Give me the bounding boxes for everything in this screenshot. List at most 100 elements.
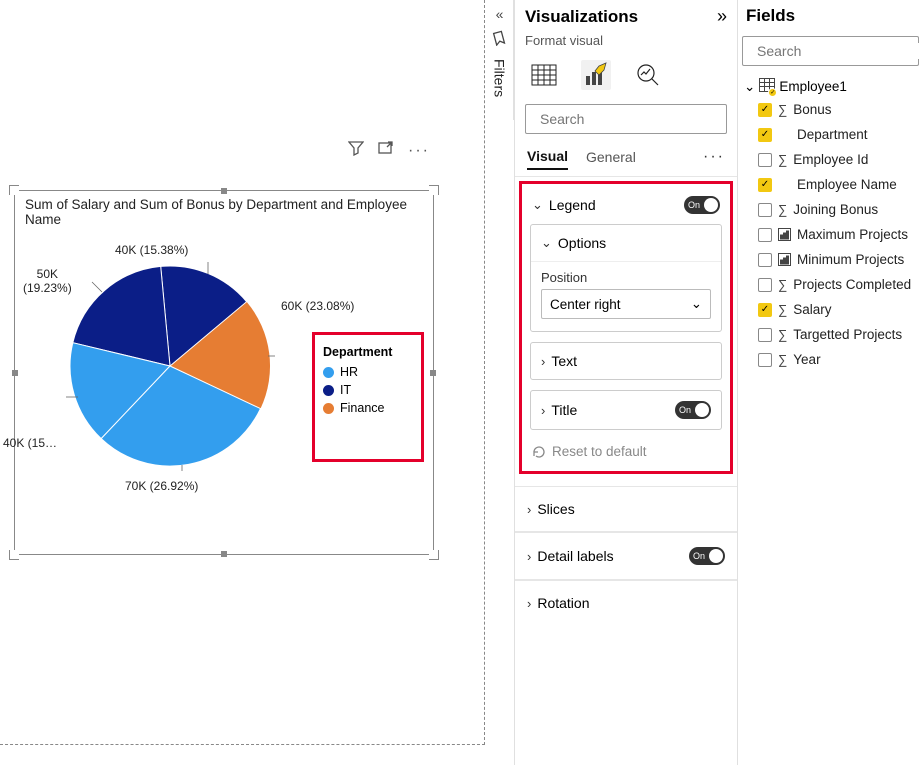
visualizations-title: Visualizations [525, 7, 638, 27]
report-canvas[interactable]: « Filters ··· Sum of [0, 0, 485, 745]
visualizations-panel: Visualizations » Format visual [514, 0, 738, 765]
field-row[interactable]: Minimum Projects [740, 247, 919, 272]
expand-icon[interactable]: » [717, 6, 727, 27]
mode-icons [515, 56, 737, 104]
title-toggle[interactable]: On [675, 401, 711, 419]
reset-to-default[interactable]: Reset to default [522, 440, 730, 465]
field-row[interactable]: ✓∑Salary [740, 297, 919, 322]
sigma-icon: ∑ [778, 277, 787, 292]
chevron-down-icon: ⌄ [532, 197, 543, 213]
format-visual-label: Format visual [515, 31, 737, 56]
position-select[interactable]: Center right ⌄ [541, 289, 711, 319]
filters-tab[interactable]: « Filters [486, 0, 514, 120]
more-options-icon[interactable]: ··· [408, 142, 430, 160]
focus-mode-icon[interactable] [378, 140, 394, 161]
field-row[interactable]: ∑ Projects Completed [740, 272, 919, 297]
format-search-input[interactable] [540, 111, 721, 127]
field-checkbox[interactable]: ✓ [758, 103, 772, 117]
slice-label: 50K (19.23%) [23, 267, 72, 295]
legend-header[interactable]: ⌄ Legend On [522, 184, 730, 224]
build-visual-icon[interactable] [529, 60, 559, 90]
legend-format-section: ⌄ Legend On ⌄ Options Position Center ri… [519, 181, 733, 474]
legend-text-card: › Text [530, 342, 722, 380]
chevron-right-icon: › [541, 354, 545, 369]
field-row[interactable]: ∑ Employee Id [740, 147, 919, 172]
field-row[interactable]: ✓Department [740, 122, 919, 147]
field-checkbox[interactable] [758, 278, 772, 292]
collapse-icon: « [486, 6, 513, 22]
field-row[interactable]: ✓ Employee Name [740, 172, 919, 197]
table-node-employee1[interactable]: ⌄ ✓ Employee1 [740, 76, 919, 97]
format-search[interactable] [525, 104, 727, 134]
sigma-icon: ∑ [778, 302, 787, 317]
chevron-down-icon: ⌄ [744, 79, 755, 95]
fields-search-input[interactable] [757, 43, 919, 59]
field-label: Projects Completed [793, 277, 911, 292]
fields-search[interactable] [742, 36, 919, 66]
legend-title: Department [323, 345, 413, 359]
tabs-more-icon[interactable]: ··· [703, 148, 725, 166]
chevron-right-icon: › [527, 549, 531, 564]
format-visual-icon[interactable] [581, 60, 611, 90]
chevron-down-icon: ⌄ [691, 296, 702, 312]
field-checkbox[interactable]: ✓ [758, 178, 772, 192]
reset-icon [532, 445, 546, 459]
title-header[interactable]: › Title On [531, 391, 721, 429]
rotation-section[interactable]: › Rotation [515, 580, 737, 625]
legend-options-card: ⌄ Options Position Center right ⌄ [530, 224, 722, 332]
detail-labels-section[interactable]: › Detail labels On [515, 532, 737, 580]
sigma-icon: ∑ [778, 352, 787, 367]
field-label: Employee Name [797, 177, 897, 192]
fields-list: ✓∑Bonus✓Department∑Employee Id✓Employee … [740, 97, 919, 372]
tab-general[interactable]: General [586, 145, 636, 169]
field-row[interactable]: ∑Joining Bonus [740, 197, 919, 222]
field-label: Joining Bonus [793, 202, 878, 217]
field-checkbox[interactable] [758, 353, 772, 367]
field-label: Employee Id [793, 152, 868, 167]
field-checkbox[interactable]: ✓ [758, 128, 772, 142]
legend-swatch [323, 367, 334, 378]
field-checkbox[interactable] [758, 153, 772, 167]
slice-label: 40K (15.38%) [115, 243, 188, 257]
legend-toggle[interactable]: On [684, 196, 720, 214]
field-checkbox[interactable]: ✓ [758, 303, 772, 317]
chevron-right-icon: › [527, 502, 531, 517]
legend-swatch [323, 385, 334, 396]
chevron-down-icon: ⌄ [541, 235, 552, 251]
slice-label: 70K (26.92%) [125, 479, 198, 493]
field-label: Minimum Projects [797, 252, 904, 267]
field-row[interactable]: Maximum Projects [740, 222, 919, 247]
position-label: Position [541, 270, 711, 285]
measure-icon [778, 253, 791, 266]
sigma-icon: ∑ [778, 327, 787, 342]
field-checkbox[interactable] [758, 228, 772, 242]
analytics-icon[interactable] [633, 60, 663, 90]
chart-title: Sum of Salary and Sum of Bonus by Depart… [15, 191, 433, 229]
detail-labels-toggle[interactable]: On [689, 547, 725, 565]
table-icon: ✓ [759, 78, 775, 95]
field-checkbox[interactable] [758, 203, 772, 217]
legend-swatch [323, 403, 334, 414]
sigma-icon: ∑ [778, 102, 787, 117]
field-checkbox[interactable] [758, 328, 772, 342]
format-tabs: Visual General ··· [515, 144, 737, 177]
options-header[interactable]: ⌄ Options [531, 225, 721, 261]
field-checkbox[interactable] [758, 253, 772, 267]
bookmark-icon [486, 30, 513, 51]
fields-panel: Fields ⌄ ✓ Employee1 ✓∑Bonus✓Department∑… [740, 0, 919, 765]
field-row[interactable]: ∑ Targetted Projects [740, 322, 919, 347]
field-row[interactable]: ∑Year [740, 347, 919, 372]
slice-label: 60K 60K (23.08%) [281, 299, 354, 313]
field-label: Targetted Projects [793, 327, 902, 342]
legend-item-it[interactable]: IT [323, 383, 413, 397]
filter-icon[interactable] [348, 140, 364, 161]
field-row[interactable]: ✓∑Bonus [740, 97, 919, 122]
fields-title: Fields [740, 0, 919, 36]
slices-section[interactable]: › Slices [515, 486, 737, 532]
legend-item-finance[interactable]: Finance [323, 401, 413, 415]
legend-title-card: › Title On [530, 390, 722, 430]
legend-item-hr[interactable]: HR [323, 365, 413, 379]
sigma-icon: ∑ [778, 152, 787, 167]
tab-visual[interactable]: Visual [527, 144, 568, 170]
text-header[interactable]: › Text [531, 343, 721, 379]
